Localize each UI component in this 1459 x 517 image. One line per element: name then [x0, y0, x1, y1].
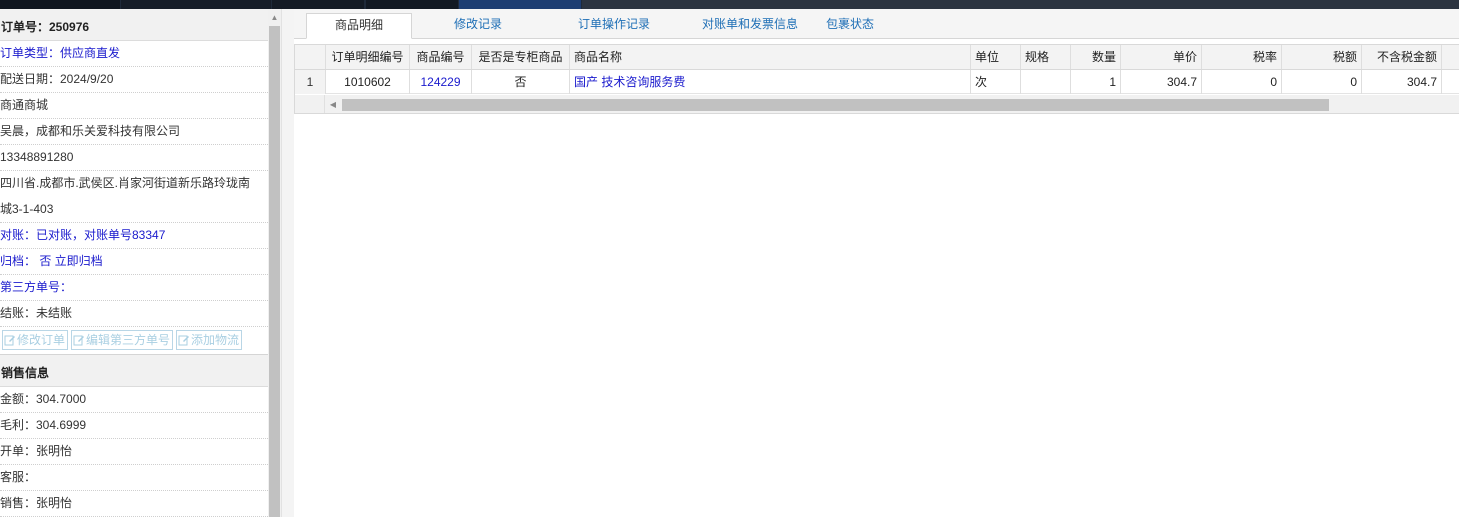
- price-cell: 304.7: [1121, 70, 1202, 94]
- column-header[interactable]: 商品编号: [410, 45, 472, 69]
- tax-cell: 0: [1282, 70, 1362, 94]
- qty-cell: 1: [1071, 70, 1121, 94]
- top-nav-segment[interactable]: [121, 0, 271, 9]
- column-header[interactable]: 是否是专柜商品: [472, 45, 570, 69]
- add-logistics-label: 添加物流: [191, 333, 240, 347]
- column-header[interactable]: 商品名称: [570, 45, 971, 69]
- column-header[interactable]: 税额: [1282, 45, 1362, 69]
- unit-cell: 次: [971, 70, 1021, 94]
- spec-cell: [1021, 70, 1071, 94]
- third-party-number: 第三方单号：: [0, 275, 268, 301]
- column-header[interactable]: 数量: [1071, 45, 1121, 69]
- is-counter-cell: 否: [472, 70, 570, 94]
- sales-service: 客服：: [0, 465, 268, 491]
- detail-id-cell: 1010602: [326, 70, 410, 94]
- scrollbar-thumb[interactable]: [269, 26, 280, 517]
- scroll-left-icon[interactable]: ◀: [326, 95, 340, 113]
- sales-info-header: 销售信息: [0, 355, 268, 387]
- table-horizontal-scrollbar[interactable]: ◀: [295, 95, 1459, 113]
- archive-status[interactable]: 归档： 否 立即归档: [0, 249, 268, 275]
- sales-amount: 金额：304.7000: [0, 387, 268, 413]
- sales-creator: 开单：张明怡: [0, 439, 268, 465]
- tab-modify-log[interactable]: 修改记录: [426, 13, 530, 39]
- column-header[interactable]: 税率: [1202, 45, 1282, 69]
- column-header[interactable]: 规格: [1021, 45, 1071, 69]
- edit-icon: [73, 335, 85, 346]
- table-header: 订单明细编号 商品编号 是否是专柜商品 商品名称 单位 规格 数量 单价 税率 …: [295, 45, 1459, 70]
- edit-order-label: 修改订单: [17, 333, 66, 347]
- product-name-link[interactable]: 国产 技术咨询服务费: [570, 70, 971, 94]
- row-number-header: [295, 45, 326, 69]
- product-id-link[interactable]: 124229: [410, 70, 472, 94]
- tab-product-details[interactable]: 商品明细: [306, 13, 412, 39]
- settle-status: 结账：未结账: [0, 301, 268, 327]
- edit-icon: [4, 335, 15, 346]
- top-nav-segment[interactable]: [272, 0, 364, 9]
- row-number: 1: [295, 70, 326, 94]
- edit-third-party-button[interactable]: 编辑第三方单号: [71, 330, 174, 350]
- delivery-date: 配送日期：2024/9/20: [0, 67, 268, 93]
- action-buttons: 修改订单 编辑第三方单号 添加物流: [0, 327, 268, 355]
- top-nav-strip: [0, 0, 1459, 9]
- tab-order-operation-log[interactable]: 订单操作记录: [550, 13, 678, 39]
- top-nav-segment-active[interactable]: [459, 0, 581, 9]
- edit-icon: [178, 335, 190, 346]
- edit-third-party-label: 编辑第三方单号: [86, 333, 171, 347]
- top-nav-segment[interactable]: [0, 0, 120, 9]
- column-header[interactable]: 不含税金额: [1362, 45, 1442, 69]
- mall-name: 商通商城: [0, 93, 268, 119]
- column-header[interactable]: 单价: [1121, 45, 1202, 69]
- customer-phone: 13348891280: [0, 145, 268, 171]
- add-logistics-button[interactable]: 添加物流: [176, 330, 243, 350]
- address-line-2: 城3-1-403: [0, 197, 268, 223]
- address-line-1: 四川省.成都市.武侯区.肖家河街道新乐路玲珑南: [0, 176, 251, 190]
- column-header[interactable]: 单位: [971, 45, 1021, 69]
- product-detail-table: 订单明细编号 商品编号 是否是专柜商品 商品名称 单位 规格 数量 单价 税率 …: [294, 44, 1459, 114]
- tab-package-status[interactable]: 包裹状态: [810, 13, 890, 39]
- edit-order-button[interactable]: 修改订单: [2, 330, 69, 350]
- sales-profit: 毛利：304.6999: [0, 413, 268, 439]
- top-nav-segment[interactable]: [366, 0, 458, 9]
- reconcile-status[interactable]: 对账：已对账，对账单号83347: [0, 223, 268, 249]
- scrollbar-corner: [295, 95, 325, 113]
- tab-reconcile-invoice[interactable]: 对账单和发票信息: [670, 13, 830, 39]
- customer-name: 吴晨，成都和乐关爱科技有限公司: [0, 119, 268, 145]
- order-info-panel: 订单号：250976 订单类型：供应商直发 配送日期：2024/9/20 商通商…: [0, 9, 268, 517]
- table-row[interactable]: 1 1010602 124229 否 国产 技术咨询服务费 次 1 304.7 …: [295, 70, 1459, 94]
- detail-tabs: 商品明细 修改记录 订单操作记录 对账单和发票信息 包裹状态: [294, 9, 1459, 39]
- scroll-up-icon[interactable]: ▲: [268, 9, 281, 26]
- net-amount-cell: 304.7: [1362, 70, 1442, 94]
- tax-rate-cell: 0: [1202, 70, 1282, 94]
- column-header[interactable]: 订单明细编号: [326, 45, 410, 69]
- top-nav-segment: [582, 0, 1459, 9]
- scrollbar-thumb[interactable]: [342, 99, 1329, 111]
- panel-splitter[interactable]: [281, 9, 294, 517]
- sales-person: 销售：张明怡: [0, 491, 268, 517]
- left-panel-scrollbar[interactable]: ▲: [268, 9, 281, 517]
- order-type: 订单类型：供应商直发: [0, 41, 268, 67]
- order-number-header: 订单号：250976: [0, 9, 268, 41]
